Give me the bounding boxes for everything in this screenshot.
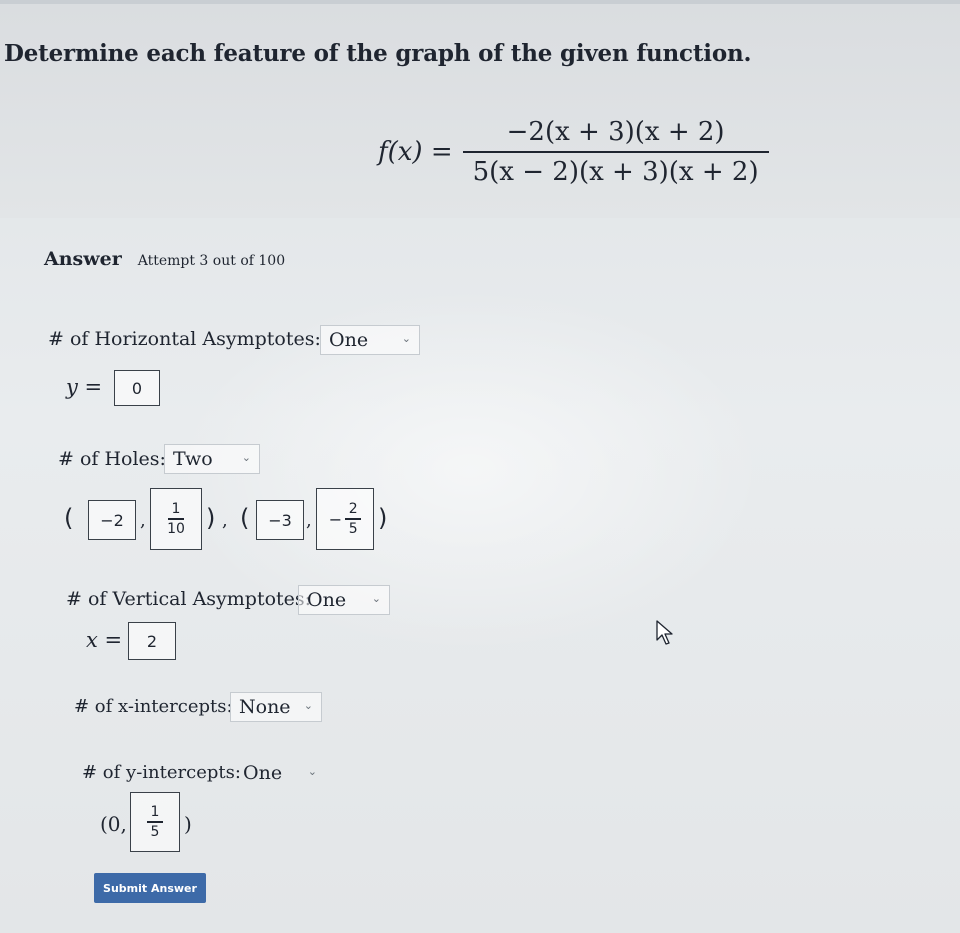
chevron-down-icon: ⌄ bbox=[303, 699, 313, 712]
y-intercept-denominator: 5 bbox=[150, 823, 160, 840]
hole2-y-numerator: 2 bbox=[348, 501, 358, 518]
y-intercept-numerator: 1 bbox=[150, 804, 160, 821]
hole2-y-fraction: 2 5 bbox=[345, 501, 362, 537]
function-denominator: 5(x − 2)(x + 3)(x + 2) bbox=[472, 157, 759, 187]
function-label: f(x) = bbox=[378, 137, 453, 167]
vertical-asymptotes-select[interactable]: One ⌄ bbox=[298, 585, 390, 615]
x-intercepts-label: # of x-intercepts: bbox=[74, 696, 233, 717]
y-intercept-suffix: ) bbox=[184, 812, 192, 836]
function-fraction: −2(x + 3)(x + 2) 5(x − 2)(x + 3)(x + 2) bbox=[462, 117, 769, 187]
hole2-close-paren: ) bbox=[378, 504, 388, 532]
chevron-down-icon: ⌄ bbox=[401, 332, 411, 345]
hole2-y-denominator: 5 bbox=[348, 520, 358, 537]
horizontal-asymptote-input[interactable]: 0 bbox=[114, 370, 160, 406]
chevron-down-icon: ⌄ bbox=[371, 592, 381, 605]
hole1-comma: , bbox=[140, 510, 146, 531]
y-intercepts-label: # of y-intercepts: bbox=[82, 762, 241, 783]
chevron-down-icon: ⌄ bbox=[307, 765, 317, 778]
mouse-cursor-icon bbox=[656, 620, 673, 645]
hole1-x-input[interactable]: −2 bbox=[88, 500, 136, 540]
x-intercepts-value: None bbox=[239, 696, 291, 718]
horizontal-asymptotes-value: One bbox=[329, 329, 369, 351]
vertical-asymptotes-value: One bbox=[307, 589, 347, 611]
vertical-asymptote-input[interactable]: 2 bbox=[128, 622, 176, 660]
hole1-open-paren: ( bbox=[64, 504, 74, 532]
horizontal-asymptotes-select[interactable]: One ⌄ bbox=[320, 325, 420, 355]
hole1-y-input[interactable]: 1 10 bbox=[150, 488, 202, 550]
holes-select[interactable]: Two ⌄ bbox=[164, 444, 260, 474]
vertical-asymptote-var: x = bbox=[86, 628, 123, 652]
holes-value: Two bbox=[173, 448, 213, 470]
hole1-y-numerator: 1 bbox=[171, 501, 181, 518]
hole1-close-paren: ) bbox=[206, 504, 216, 532]
vertical-asymptotes-label: # of Vertical Asymptotes: bbox=[66, 588, 312, 610]
hole1-y-fraction: 1 10 bbox=[167, 501, 185, 537]
holes-label: # of Holes: bbox=[58, 448, 166, 470]
submit-answer-button[interactable]: Submit Answer bbox=[94, 873, 206, 903]
y-intercept-fraction: 1 5 bbox=[147, 804, 163, 840]
answer-label: Answer bbox=[44, 248, 122, 270]
chevron-down-icon: ⌄ bbox=[241, 451, 251, 464]
hole2-y-value: − 2 5 bbox=[328, 501, 362, 537]
horizontal-asymptotes-label: # of Horizontal Asymptotes: bbox=[48, 328, 321, 350]
hole2-y-input[interactable]: − 2 5 bbox=[316, 488, 374, 550]
hole2-x-input[interactable]: −3 bbox=[256, 500, 304, 540]
attempt-counter: Attempt 3 out of 100 bbox=[137, 253, 286, 269]
function-formula: f(x) = −2(x + 3)(x + 2) 5(x − 2)(x + 3)(… bbox=[378, 112, 769, 192]
hole1-y-denominator: 10 bbox=[167, 520, 185, 537]
question-panel: Determine each feature of the graph of t… bbox=[0, 4, 960, 218]
hole2-comma: , bbox=[306, 510, 312, 531]
hole2-y-sign: − bbox=[328, 509, 343, 529]
fraction-bar bbox=[167, 518, 184, 520]
answer-header: Answer Attempt 3 out of 100 bbox=[44, 248, 285, 270]
y-intercept-prefix: (0, bbox=[100, 812, 127, 836]
hole2-open-paren: ( bbox=[240, 504, 250, 532]
fraction-bar bbox=[147, 821, 163, 823]
function-numerator: −2(x + 3)(x + 2) bbox=[506, 117, 725, 147]
y-intercepts-value: One bbox=[243, 762, 283, 784]
question-title: Determine each feature of the graph of t… bbox=[4, 40, 752, 67]
holes-separator: , bbox=[222, 510, 228, 531]
y-intercept-input[interactable]: 1 5 bbox=[130, 792, 180, 852]
y-intercepts-select[interactable]: One ⌄ bbox=[234, 758, 326, 788]
x-intercepts-select[interactable]: None ⌄ bbox=[230, 692, 322, 722]
fraction-bar bbox=[345, 518, 362, 520]
horizontal-asymptote-var: y = bbox=[66, 375, 103, 399]
